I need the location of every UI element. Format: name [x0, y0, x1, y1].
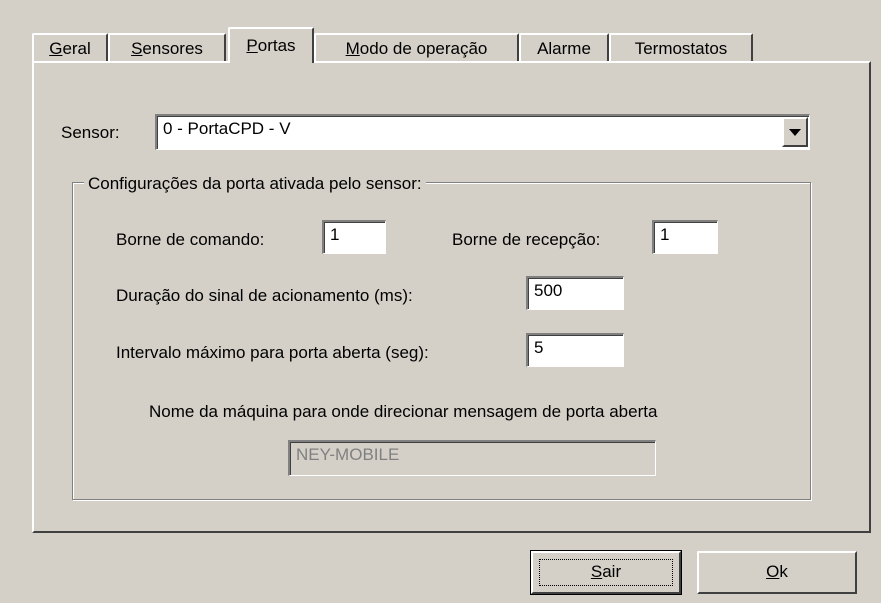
- sair-button[interactable]: Sair: [530, 550, 682, 595]
- tab-alarme[interactable]: Alarme: [519, 33, 609, 61]
- tab-geral-label: eral: [62, 39, 91, 58]
- duracao-label: Duração do sinal de acionamento (ms):: [116, 286, 413, 305]
- borne-recepcao-value: 1: [660, 225, 670, 244]
- tab-geral-key: G: [49, 39, 63, 58]
- sensor-label: Sensor:: [61, 123, 120, 142]
- sair-button-key: S: [590, 562, 603, 581]
- tab-geral[interactable]: Geral: [32, 33, 108, 61]
- porta-config-group-title: Configurações da porta ativada pelo sens…: [84, 174, 426, 194]
- duracao-value: 500: [534, 281, 563, 300]
- intervalo-label: Intervalo máximo para porta aberta (seg)…: [116, 343, 429, 362]
- tab-modo-de-operacao[interactable]: Modo de operação: [314, 33, 519, 61]
- ok-button[interactable]: Ok: [697, 551, 857, 594]
- borne-comando-value: 1: [330, 225, 340, 244]
- sensor-select-value: 0 - PortaCPD - V: [163, 119, 291, 138]
- sensor-dropdown-button[interactable]: [782, 117, 808, 147]
- tab-termostatos-label: Termostatos: [634, 39, 728, 58]
- tab-sensores-label: ensores: [142, 39, 203, 58]
- maquina-field[interactable]: NEY-MOBILE: [288, 440, 656, 476]
- borne-recepcao-label: Borne de recepção:: [452, 230, 601, 249]
- ok-button-label: k: [779, 562, 788, 581]
- tab-termostatos[interactable]: Termostatos: [609, 33, 753, 61]
- tab-sensores[interactable]: Sensores: [108, 33, 226, 61]
- tab-portas-key: P: [246, 36, 258, 55]
- tab-portas-label: ortas: [257, 36, 296, 55]
- maquina-value: NEY-MOBILE: [296, 445, 400, 464]
- maquina-label: Nome da máquina para onde direcionar men…: [149, 402, 658, 421]
- sensor-select[interactable]: 0 - PortaCPD - V: [155, 114, 810, 150]
- intervalo-value: 5: [534, 338, 544, 357]
- duracao-field[interactable]: 500: [526, 276, 624, 310]
- tab-sensores-key: S: [131, 39, 143, 58]
- borne-recepcao-field[interactable]: 1: [652, 220, 718, 254]
- tab-alarme-label: Alarme: [537, 39, 591, 58]
- tab-modo-label: odo de operação: [359, 39, 488, 58]
- chevron-down-icon: [789, 129, 801, 136]
- borne-comando-field[interactable]: 1: [322, 220, 386, 254]
- tab-portas[interactable]: Portas: [228, 27, 314, 63]
- sair-button-label: air: [602, 562, 622, 581]
- intervalo-field[interactable]: 5: [526, 333, 624, 367]
- tab-modo-key: M: [345, 39, 360, 58]
- borne-comando-label: Borne de comando:: [116, 230, 265, 249]
- ok-button-key: O: [766, 562, 780, 581]
